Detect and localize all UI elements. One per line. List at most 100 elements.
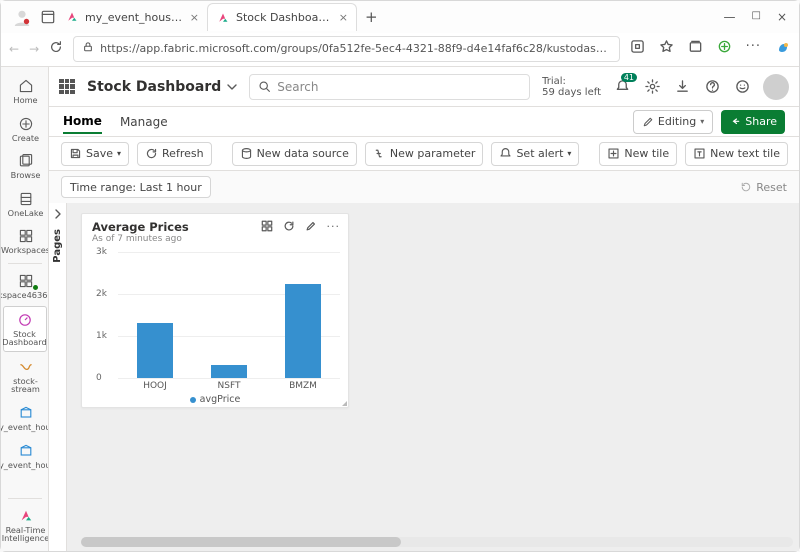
- help-icon[interactable]: [703, 78, 721, 96]
- reset-button[interactable]: Reset: [740, 181, 787, 194]
- y-tick-label: 2k: [96, 289, 107, 299]
- reset-icon: [740, 181, 752, 193]
- browse-icon: [17, 152, 35, 170]
- time-range-label: Time range:: [70, 181, 136, 194]
- workspaces-icon: [17, 227, 35, 245]
- favorites-icon[interactable]: [659, 39, 674, 59]
- new-data-source-button[interactable]: New data source: [232, 142, 357, 166]
- tile-average-prices[interactable]: Average Prices As of 7 minutes ago ··· 0…: [81, 213, 349, 408]
- window-close[interactable]: ×: [777, 10, 787, 24]
- filter-bar: Time range: Last 1 hour Reset: [49, 171, 799, 203]
- fabric-favicon: [216, 11, 230, 25]
- page-title-text: Stock Dashboard: [87, 79, 221, 95]
- window-maximize[interactable]: □: [751, 10, 760, 24]
- sidebar-item-browse[interactable]: Browse: [3, 148, 47, 184]
- search-placeholder: Search: [277, 80, 318, 94]
- copilot-icon[interactable]: [775, 39, 791, 59]
- dashboard-canvas[interactable]: Average Prices As of 7 minutes ago ··· 0…: [67, 203, 799, 551]
- share-button[interactable]: Share: [721, 110, 785, 134]
- addon-icon[interactable]: [717, 39, 732, 59]
- avatar[interactable]: [763, 74, 789, 100]
- trial-label: Trial:: [542, 76, 601, 87]
- refresh-tile-icon[interactable]: [283, 220, 295, 235]
- sidebar-item-event-house-2[interactable]: my_event_house: [3, 438, 47, 474]
- grid-line: [118, 378, 340, 379]
- feedback-icon[interactable]: [733, 78, 751, 96]
- home-icon: [17, 77, 35, 95]
- url-input[interactable]: https://app.fabric.microsoft.com/groups/…: [73, 36, 619, 62]
- sidebar-item-event-house-1[interactable]: my_event_house: [3, 400, 47, 436]
- subtabs-bar: Home Manage Editing ▾ Share: [49, 107, 799, 137]
- sidebar-item-workspace46360677[interactable]: workspace46360677: [3, 268, 47, 304]
- sidebar-item-stock-dashboard[interactable]: Stock Dashboard: [3, 306, 47, 352]
- tab-actions-icon[interactable]: [39, 8, 57, 26]
- save-button[interactable]: Save▾: [61, 142, 129, 166]
- download-icon[interactable]: [673, 78, 691, 96]
- more-icon[interactable]: ···: [746, 39, 761, 59]
- explore-icon[interactable]: [261, 220, 273, 235]
- time-range-chip[interactable]: Time range: Last 1 hour: [61, 176, 211, 198]
- sidebar-item-label: Home: [13, 96, 37, 105]
- forward-button[interactable]: →: [29, 42, 39, 56]
- tile-icon: [607, 147, 620, 160]
- close-icon[interactable]: ×: [339, 11, 348, 24]
- text-tile-icon: [693, 147, 706, 160]
- tab-stock-dashboard[interactable]: Stock Dashboard - Real-Time Inte ×: [207, 3, 357, 31]
- sidebar-item-label: Browse: [11, 171, 41, 180]
- tile-title: Average Prices: [92, 220, 189, 234]
- browser-addressbar: ← → https://app.fabric.microsoft.com/gro…: [1, 33, 799, 67]
- scrollbar-thumb[interactable]: [81, 537, 401, 547]
- bell-icon: [499, 147, 512, 160]
- tile-more-icon[interactable]: ···: [327, 220, 341, 235]
- extensions-icon[interactable]: [630, 39, 645, 59]
- settings-icon[interactable]: [643, 78, 661, 96]
- x-tick-label: HOOJ: [143, 381, 167, 391]
- horizontal-scrollbar[interactable]: [81, 537, 793, 547]
- profile-icon[interactable]: [11, 6, 33, 28]
- bar-NSFT[interactable]: [211, 365, 247, 378]
- tab-home[interactable]: Home: [63, 110, 102, 134]
- sidebar-item-stock-stream[interactable]: stock-stream: [3, 354, 47, 398]
- search-input[interactable]: Search: [249, 74, 530, 100]
- bar-BMZM[interactable]: [285, 284, 321, 379]
- legend-dot: [190, 397, 196, 403]
- editing-mode-button[interactable]: Editing ▾: [633, 110, 713, 134]
- database-icon: [240, 147, 253, 160]
- eventhouse-icon: [17, 442, 35, 460]
- fabric-favicon: [65, 10, 79, 24]
- legend-label: avgPrice: [200, 394, 241, 405]
- new-tile-button[interactable]: New tile: [599, 142, 677, 166]
- sidebar-item-create[interactable]: Create: [3, 111, 47, 147]
- tab-my-event-house[interactable]: my_event_house - Real-Time Inte ×: [57, 3, 207, 31]
- notification-badge: 41: [621, 73, 637, 82]
- back-button[interactable]: ←: [9, 42, 19, 56]
- new-tab-button[interactable]: +: [357, 8, 386, 26]
- collections-icon[interactable]: [688, 39, 703, 59]
- stream-icon: [17, 358, 35, 376]
- reload-button[interactable]: [49, 40, 63, 57]
- app-launcher-icon[interactable]: [59, 79, 75, 95]
- window-minimize[interactable]: —: [723, 10, 735, 24]
- sidebar-item-home[interactable]: Home: [3, 73, 47, 109]
- sidebar-item-label: Workspaces: [1, 246, 49, 255]
- refresh-button[interactable]: Refresh: [137, 142, 212, 166]
- onelake-icon: [17, 190, 35, 208]
- sidebar-item-label: Create: [12, 134, 39, 143]
- resize-handle[interactable]: [339, 398, 347, 406]
- x-tick-label: BMZM: [289, 381, 317, 391]
- lock-icon: [82, 41, 94, 56]
- new-text-tile-button[interactable]: New text tile: [685, 142, 788, 166]
- notifications-icon[interactable]: 41: [613, 78, 631, 96]
- set-alert-button[interactable]: Set alert▾: [491, 142, 579, 166]
- new-parameter-button[interactable]: New parameter: [365, 142, 484, 166]
- page-title[interactable]: Stock Dashboard: [87, 79, 237, 95]
- bar-chart: 01k2k3kHOOJNSFTBMZM avgPrice: [82, 246, 348, 407]
- edit-tile-icon[interactable]: [305, 220, 317, 235]
- close-icon[interactable]: ×: [190, 11, 199, 24]
- pages-panel-collapsed[interactable]: Pages: [49, 203, 67, 551]
- sidebar-item-onelake[interactable]: OneLake: [3, 186, 47, 222]
- sidebar-item-workspaces[interactable]: Workspaces: [3, 223, 47, 259]
- sidebar-item-rti[interactable]: Real-Time Intelligence: [3, 503, 47, 551]
- bar-HOOJ[interactable]: [137, 323, 173, 378]
- tab-manage[interactable]: Manage: [120, 111, 168, 133]
